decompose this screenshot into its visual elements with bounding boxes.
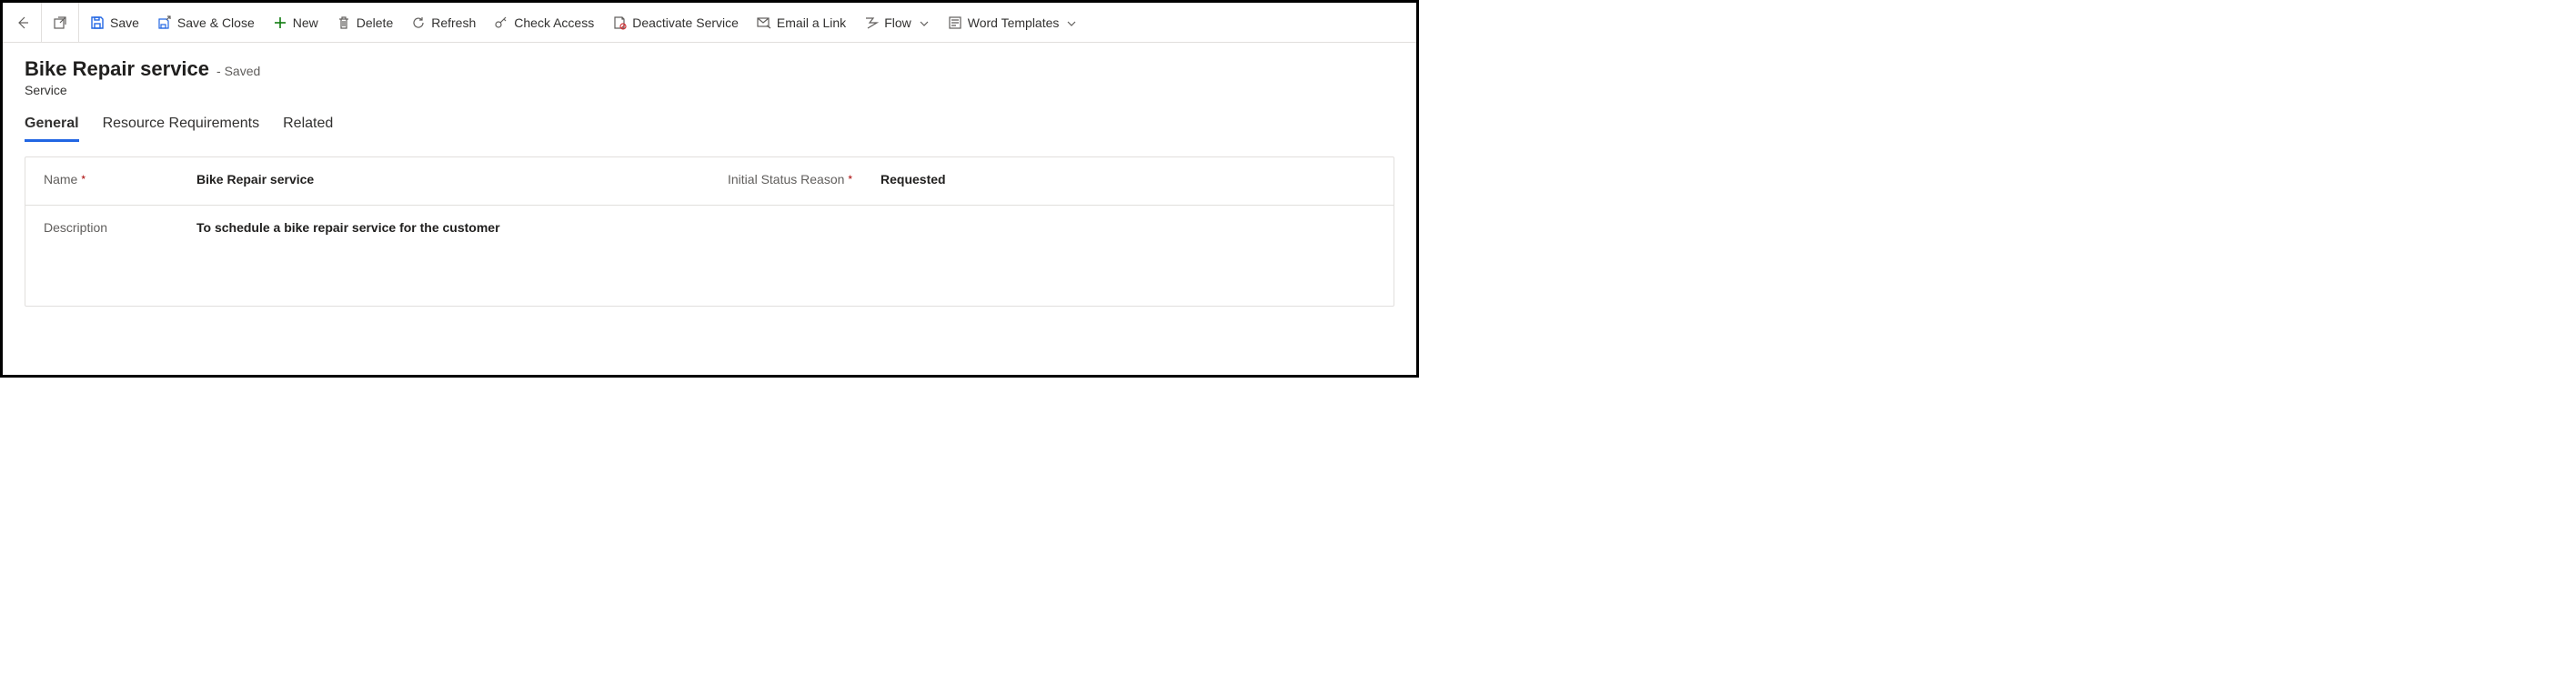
word-templates-button[interactable]: Word Templates xyxy=(939,3,1087,42)
flow-button[interactable]: Flow xyxy=(855,3,939,42)
general-section: Name * Bike Repair service Initial Statu… xyxy=(25,156,1394,307)
word-icon xyxy=(948,15,962,30)
save-close-button[interactable]: Save & Close xyxy=(148,3,264,42)
trash-icon xyxy=(337,15,351,30)
open-new-window-button[interactable] xyxy=(44,3,76,42)
record-header: Bike Repair service - Saved Service xyxy=(3,43,1416,105)
flow-icon xyxy=(864,15,879,30)
save-label: Save xyxy=(110,15,139,30)
back-button[interactable] xyxy=(6,3,39,42)
refresh-button[interactable]: Refresh xyxy=(402,3,485,42)
command-bar: Save Save & Close New Delete xyxy=(3,3,1416,43)
save-icon xyxy=(90,15,105,30)
entity-type-label: Service xyxy=(25,83,1394,97)
deactivate-label: Deactivate Service xyxy=(632,15,739,30)
toolbar-separator xyxy=(78,3,79,42)
chevron-down-icon xyxy=(919,17,930,28)
back-arrow-icon xyxy=(15,15,30,30)
delete-button[interactable]: Delete xyxy=(327,3,402,42)
flow-label: Flow xyxy=(884,15,911,30)
new-button[interactable]: New xyxy=(264,3,327,42)
plus-icon xyxy=(273,15,287,30)
new-label: New xyxy=(293,15,318,30)
save-close-label: Save & Close xyxy=(177,15,255,30)
save-button[interactable]: Save xyxy=(81,3,148,42)
status-value: Requested xyxy=(880,172,1375,187)
email-icon xyxy=(757,15,771,30)
description-field[interactable]: Description To schedule a bike repair se… xyxy=(25,206,1394,306)
toolbar-separator xyxy=(41,3,42,42)
name-field[interactable]: Name * Bike Repair service xyxy=(25,157,709,205)
name-label: Name xyxy=(44,172,77,187)
email-link-button[interactable]: Email a Link xyxy=(748,3,855,42)
form-tabs: General Resource Requirements Related xyxy=(3,105,1416,142)
required-indicator: * xyxy=(848,174,852,185)
key-icon xyxy=(494,15,508,30)
deactivate-icon xyxy=(612,15,627,30)
initial-status-field[interactable]: Initial Status Reason * Requested xyxy=(709,157,1394,205)
description-value: To schedule a bike repair service for th… xyxy=(196,220,1375,235)
refresh-icon xyxy=(411,15,426,30)
page-title: Bike Repair service xyxy=(25,57,209,81)
required-indicator: * xyxy=(81,174,86,185)
word-templates-label: Word Templates xyxy=(968,15,1060,30)
tab-related[interactable]: Related xyxy=(283,116,333,142)
check-access-button[interactable]: Check Access xyxy=(485,3,603,42)
saved-status: - Saved xyxy=(216,64,260,78)
tab-resource-requirements[interactable]: Resource Requirements xyxy=(103,116,260,142)
deactivate-button[interactable]: Deactivate Service xyxy=(603,3,748,42)
status-label: Initial Status Reason xyxy=(728,172,844,187)
refresh-label: Refresh xyxy=(431,15,476,30)
description-label: Description xyxy=(44,220,107,235)
popout-icon xyxy=(53,15,67,30)
name-value: Bike Repair service xyxy=(196,172,691,187)
tab-general[interactable]: General xyxy=(25,116,79,142)
email-link-label: Email a Link xyxy=(777,15,846,30)
save-close-icon xyxy=(157,15,172,30)
check-access-label: Check Access xyxy=(514,15,594,30)
chevron-down-icon xyxy=(1066,17,1077,28)
delete-label: Delete xyxy=(357,15,393,30)
